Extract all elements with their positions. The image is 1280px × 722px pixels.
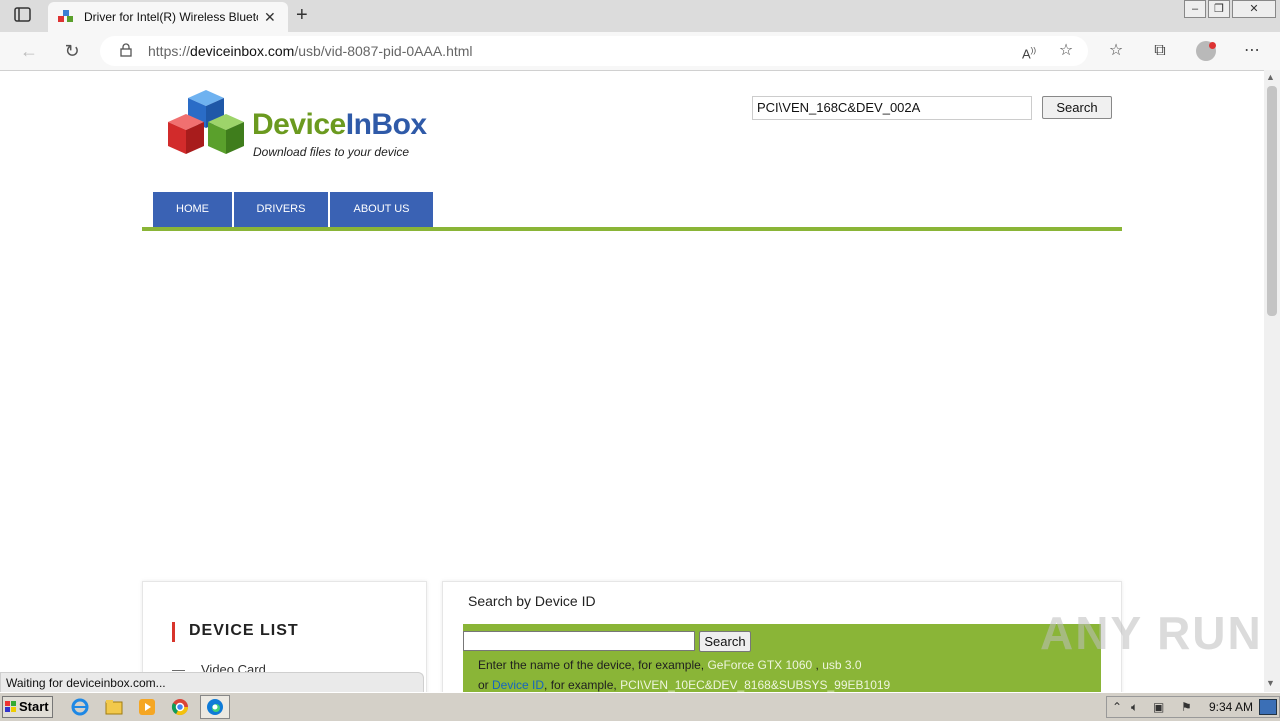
search-help-line-2: or Device ID, for example, PCI\VEN_10EC&… — [478, 678, 890, 692]
volume-icon[interactable]: 🔈︎ — [1131, 700, 1138, 715]
chrome-taskbar-icon[interactable] — [170, 697, 190, 717]
media-player-taskbar-icon[interactable] — [137, 697, 157, 717]
anyrun-watermark: ANY RUN — [1040, 607, 1263, 659]
tab-close-icon[interactable]: ✕ — [264, 9, 276, 26]
site-tagline: Download files to your device — [253, 145, 410, 159]
brand-part-box: Box — [371, 108, 427, 141]
help-separator: , — [812, 658, 823, 672]
new-tab-button[interactable]: + — [296, 4, 308, 26]
brand-part-device: Device — [252, 108, 346, 141]
tab-actions-icon[interactable] — [14, 7, 32, 23]
scroll-up-icon[interactable]: ▲ — [1266, 72, 1275, 82]
browser-status-bar: Waiting for deviceinbox.com... — [0, 672, 424, 692]
tray-expand-icon[interactable]: ⌃ — [1112, 700, 1122, 714]
minimize-button[interactable]: – — [1184, 0, 1206, 18]
url-path: /usb/vid-8087-pid-0AAA.html — [294, 43, 473, 59]
window-close-button[interactable]: ✕ — [1232, 0, 1276, 18]
ie-taskbar-icon[interactable] — [70, 697, 90, 717]
example-gtx-1060[interactable]: GeForce GTX 1060 — [707, 658, 812, 672]
help-text: or — [478, 678, 493, 692]
help-text: , for example, — [544, 678, 621, 692]
scroll-down-icon[interactable]: ▼ — [1266, 678, 1275, 688]
example-usb-3[interactable]: usb 3.0 — [822, 658, 861, 672]
url-scheme: https:// — [148, 43, 191, 59]
header-search-button[interactable]: Search — [1042, 96, 1112, 119]
help-text: Enter the name of the device, for exampl… — [478, 658, 708, 672]
back-arrow-icon[interactable]: ← — [18, 40, 40, 62]
action-center-flag-icon[interactable]: ⚑ — [1181, 700, 1192, 714]
read-aloud-icon[interactable]: A)) — [1019, 41, 1039, 61]
main-nav: HOME DRIVERS ABOUT US — [153, 192, 435, 227]
url-domain: deviceinbox.com — [190, 43, 295, 59]
nav-home[interactable]: HOME — [153, 192, 232, 227]
add-favorite-icon[interactable]: ☆ — [1056, 41, 1076, 61]
show-desktop-icon[interactable] — [1259, 699, 1277, 715]
scrollbar-thumb[interactable] — [1267, 86, 1277, 316]
nav-divider — [142, 227, 1122, 231]
site-favicon-icon — [58, 10, 74, 24]
more-menu-icon[interactable]: ⋯ — [1242, 41, 1262, 61]
windows-flag-icon — [5, 700, 17, 712]
network-icon[interactable]: ▣ — [1153, 700, 1164, 714]
device-list-title: DEVICE LIST — [189, 622, 299, 639]
site-brand-name[interactable]: DeviceInBox — [252, 108, 427, 142]
explorer-taskbar-icon[interactable] — [104, 697, 124, 717]
windows-taskbar — [0, 692, 1280, 721]
tab-title: Driver for Intel(R) Wireless Blueto — [84, 10, 258, 24]
brand-part-in: In — [345, 108, 372, 141]
nav-about-us[interactable]: ABOUT US — [330, 192, 433, 227]
device-id-search-input[interactable] — [463, 631, 695, 651]
example-pci-device-id[interactable]: PCI\VEN_10EC&DEV_8168&SUBSYS_99EB1019 — [620, 678, 890, 692]
device-list-accent — [172, 622, 175, 642]
cubes-logo-icon — [168, 90, 244, 154]
restore-button[interactable]: ❐ — [1208, 0, 1230, 18]
device-id-search-button[interactable]: Search — [699, 631, 751, 652]
browser-tab-active[interactable]: Driver for Intel(R) Wireless Blueto ✕ — [48, 2, 288, 32]
url-text[interactable]: https://deviceinbox.com/usb/vid-8087-pid… — [148, 43, 473, 59]
favorites-icon[interactable]: ☆ — [1106, 41, 1126, 61]
collections-icon[interactable]: ⧉ — [1150, 41, 1170, 61]
refresh-icon[interactable]: ↻ — [61, 40, 83, 62]
header-search-input[interactable]: PCI\VEN_168C&DEV_002A — [752, 96, 1032, 120]
search-device-title: Search by Device ID — [468, 593, 596, 609]
edge-taskbar-icon — [205, 697, 225, 717]
nav-drivers[interactable]: DRIVERS — [234, 192, 328, 227]
device-id-link[interactable]: Device ID — [492, 678, 544, 692]
profile-status-icon — [1209, 42, 1216, 49]
search-help-line-1: Enter the name of the device, for exampl… — [478, 658, 862, 672]
taskbar-clock[interactable]: 9:34 AM — [1209, 700, 1253, 714]
lock-icon[interactable] — [120, 43, 132, 57]
